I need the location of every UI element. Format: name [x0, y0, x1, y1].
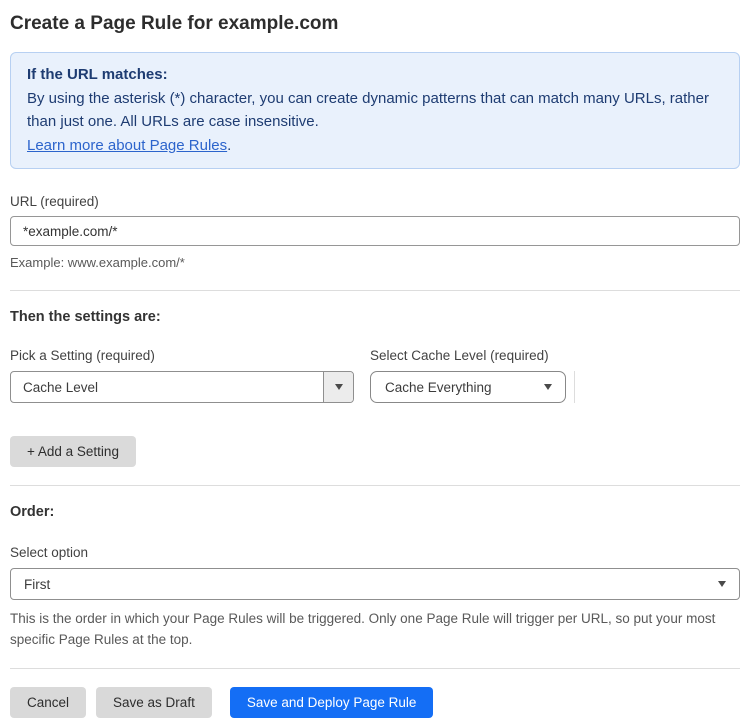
chevron-down-icon	[334, 384, 343, 390]
save-as-draft-button[interactable]: Save as Draft	[96, 687, 212, 718]
page-title: Create a Page Rule for example.com	[10, 13, 339, 34]
learn-more-link[interactable]: Learn more about Page Rules	[27, 137, 227, 154]
url-input[interactable]	[10, 216, 740, 246]
settings-section-heading: Then the settings are:	[10, 309, 161, 325]
order-section-heading: Order:	[10, 504, 55, 520]
order-dropdown[interactable]: First	[10, 568, 740, 600]
save-and-deploy-button[interactable]: Save and Deploy Page Rule	[229, 687, 434, 718]
setting-row: Pick a Setting (required) Cache Level Se…	[10, 347, 740, 403]
order-value: First	[24, 576, 51, 592]
divider	[10, 290, 740, 291]
page-rule-form: Create a Page Rule for example.com If th…	[0, 0, 750, 718]
cancel-button[interactable]: Cancel	[10, 687, 87, 718]
form-actions: Cancel Save as Draft Save and Deploy Pag…	[10, 687, 740, 718]
chevron-down-icon	[718, 581, 726, 587]
cache-level-value: Cache Everything	[385, 379, 492, 395]
url-example-text: Example: www.example.com/*	[10, 255, 185, 270]
order-description: This is the order in which your Page Rul…	[10, 611, 716, 647]
divider	[10, 485, 740, 486]
cache-level-dropdown[interactable]: Cache Everything	[370, 371, 566, 403]
dropdown-arrow-button[interactable]	[323, 372, 353, 402]
info-box-body-text: By using the asterisk (*) character, you…	[27, 89, 709, 131]
url-field-label: URL (required)	[10, 194, 99, 209]
url-match-info-box: If the URL matches: By using the asteris…	[10, 52, 740, 169]
cache-level-column: Select Cache Level (required) Cache Ever…	[370, 347, 566, 403]
add-setting-button[interactable]: + Add a Setting	[10, 436, 136, 467]
setting-row-divider	[574, 371, 575, 403]
info-box-body: By using the asterisk (*) character, you…	[27, 87, 723, 158]
setting-picker-value: Cache Level	[23, 379, 99, 395]
cache-level-label: Select Cache Level (required)	[370, 348, 549, 363]
chevron-down-icon	[544, 384, 552, 390]
link-period: .	[227, 136, 232, 154]
setting-picker-label: Pick a Setting (required)	[10, 348, 155, 363]
info-box-heading: If the URL matches:	[27, 66, 168, 83]
divider	[10, 668, 740, 669]
order-select-label: Select option	[10, 545, 89, 560]
setting-picker-column: Pick a Setting (required) Cache Level	[10, 347, 354, 403]
setting-picker-dropdown[interactable]: Cache Level	[10, 371, 354, 403]
